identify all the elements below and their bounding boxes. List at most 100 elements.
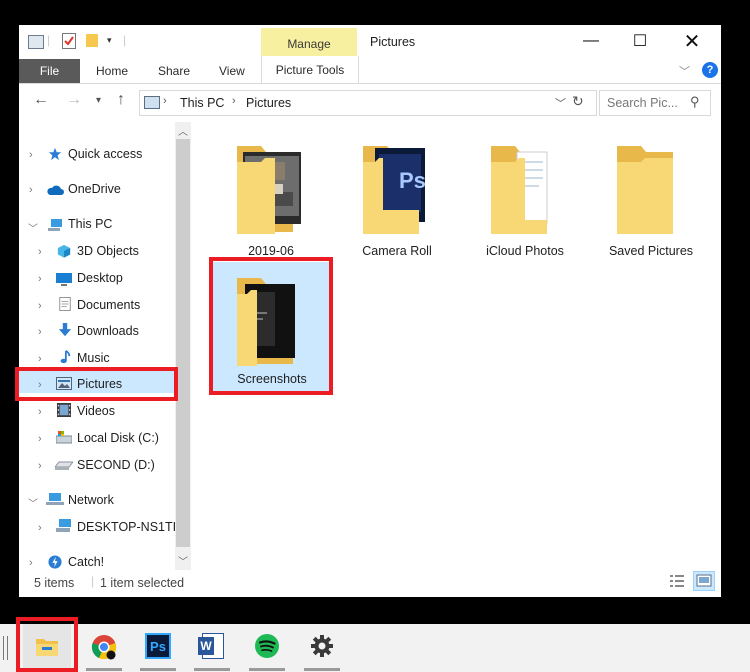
chevron-right-icon[interactable]: › — [38, 273, 42, 285]
chevron-down-icon[interactable]: ﹀ — [28, 220, 38, 235]
tab-view[interactable]: View — [219, 59, 245, 83]
running-indicator — [140, 668, 176, 671]
disk-icon — [56, 431, 72, 444]
music-icon — [60, 350, 71, 364]
chevron-right-icon[interactable]: › — [38, 522, 42, 534]
sidebar-item-downloads[interactable]: Downloads — [77, 320, 139, 342]
window-icon[interactable] — [28, 35, 44, 49]
sidebar-item-this-pc[interactable]: This PC — [68, 213, 112, 235]
new-folder-icon[interactable] — [86, 34, 98, 47]
taskbar-grip — [3, 636, 8, 660]
taskbar-spotify[interactable] — [243, 624, 291, 672]
minimize-button[interactable]: — — [568, 25, 614, 57]
chevron-right-icon[interactable]: › — [29, 149, 33, 161]
highlight-taskbar-explorer — [16, 617, 78, 672]
sidebar-item-quick-access[interactable]: Quick access — [68, 143, 142, 165]
window-title: Pictures — [370, 35, 416, 49]
chevron-right-icon[interactable]: › — [38, 433, 42, 445]
help-icon[interactable]: ? — [702, 62, 718, 78]
chevron-right-icon[interactable]: › — [38, 300, 42, 312]
photoshop-icon: Ps — [145, 633, 171, 659]
up-arrow-icon[interactable]: ↑ — [117, 91, 125, 109]
document-icon — [59, 297, 71, 311]
folder-icon — [491, 146, 548, 234]
video-icon — [57, 403, 71, 417]
separator: | — [123, 33, 127, 47]
details-view-icon[interactable] — [669, 574, 685, 588]
network-icon — [46, 493, 64, 505]
download-icon — [58, 323, 72, 337]
pc-icon — [56, 519, 71, 532]
sidebar-item-onedrive[interactable]: OneDrive — [68, 178, 121, 200]
folder-item[interactable]: Ps Camera Roll — [337, 130, 457, 268]
taskbar-photoshop[interactable]: Ps — [134, 624, 182, 672]
sidebar-item-3d-objects[interactable]: 3D Objects — [77, 240, 139, 262]
taskbar-settings[interactable] — [298, 624, 346, 672]
catch-icon — [48, 555, 62, 569]
breadcrumb-this-pc[interactable]: This PC — [180, 96, 224, 110]
chevron-right-icon[interactable]: › — [38, 246, 42, 258]
sidebar-item-documents[interactable]: Documents — [77, 294, 140, 316]
close-button[interactable]: ✕ — [669, 25, 715, 57]
chevron-right-icon[interactable]: › — [38, 406, 42, 418]
folder-icon — [237, 146, 301, 234]
chevron-right-icon[interactable]: › — [38, 326, 42, 338]
sidebar-item-desktop-pc[interactable]: DESKTOP-NS1TI — [77, 516, 175, 538]
large-icons-view-icon[interactable] — [693, 571, 715, 591]
chevron-right-icon[interactable]: › — [38, 460, 42, 472]
taskbar: Ps W — [0, 624, 750, 672]
sidebar-item-music[interactable]: Music — [77, 347, 110, 369]
sidebar-item-local-disk[interactable]: Local Disk (C:) — [77, 427, 159, 449]
recent-locations-icon[interactable]: ▾ — [96, 95, 101, 106]
folder-item[interactable]: 2019-06 — [211, 130, 331, 268]
star-icon — [48, 147, 62, 161]
customize-qat-icon[interactable]: ▾ — [107, 35, 112, 46]
sidebar-item-desktop[interactable]: Desktop — [77, 267, 123, 289]
highlight-screenshots-folder — [209, 257, 333, 395]
folder-item[interactable]: iCloud Photos — [465, 130, 585, 268]
chevron-down-icon[interactable]: ﹀ — [28, 495, 38, 510]
taskbar-chrome[interactable] — [80, 624, 128, 672]
running-indicator — [194, 668, 230, 671]
scroll-up-icon[interactable]: ︿ — [178, 123, 188, 138]
sidebar-scrollbar-thumb[interactable] — [176, 139, 190, 547]
search-icon[interactable]: ⚲ — [690, 94, 700, 110]
breadcrumb-chevron-icon[interactable]: › — [232, 95, 236, 107]
manage-tab-label: Manage — [287, 37, 331, 51]
item-count: 5 items — [34, 576, 75, 590]
chevron-right-icon[interactable]: › — [38, 353, 42, 365]
cube-icon — [57, 244, 71, 258]
cloud-icon — [47, 185, 64, 195]
taskbar-word[interactable]: W — [188, 624, 236, 672]
folder-item[interactable]: Saved Pictures — [591, 130, 711, 268]
tab-share[interactable]: Share — [158, 59, 190, 83]
search-input[interactable]: Search Pic... ⚲ — [599, 90, 711, 116]
back-arrow-icon[interactable]: ← — [33, 91, 49, 109]
maximize-button[interactable]: ☐ — [617, 25, 663, 57]
search-placeholder: Search Pic... — [607, 96, 678, 110]
scroll-down-icon[interactable]: ﹀ — [178, 553, 188, 568]
sidebar-item-second-d[interactable]: SECOND (D:) — [77, 454, 155, 476]
address-bar[interactable]: › This PC › Pictures ﹀ ↻ — [139, 90, 597, 116]
separator: | — [91, 574, 95, 588]
tab-home[interactable]: Home — [96, 59, 128, 83]
explorer-window: | ▾ | Manage Pictures — ☐ ✕ File Home Sh… — [19, 25, 721, 597]
expand-ribbon-icon[interactable]: ﹀ — [679, 63, 690, 79]
address-dropdown-icon[interactable]: ﹀ — [555, 95, 566, 111]
tab-picture-tools[interactable]: Picture Tools — [261, 56, 359, 83]
folder-label: Camera Roll — [362, 244, 432, 258]
breadcrumb-pictures[interactable]: Pictures — [246, 96, 291, 110]
properties-icon[interactable] — [62, 33, 76, 49]
forward-arrow-icon[interactable]: → — [66, 91, 82, 109]
sidebar-item-network[interactable]: Network — [68, 489, 114, 511]
tab-file[interactable]: File — [19, 59, 80, 83]
breadcrumb-chevron-icon[interactable]: › — [163, 95, 167, 107]
settings-icon — [311, 635, 333, 657]
folder-label: iCloud Photos — [486, 244, 564, 258]
spotify-icon — [255, 634, 279, 658]
chevron-right-icon[interactable]: › — [29, 557, 33, 569]
running-indicator — [304, 668, 340, 671]
refresh-icon[interactable]: ↻ — [572, 93, 584, 110]
sidebar-item-videos[interactable]: Videos — [77, 400, 115, 422]
chevron-right-icon[interactable]: › — [29, 184, 33, 196]
